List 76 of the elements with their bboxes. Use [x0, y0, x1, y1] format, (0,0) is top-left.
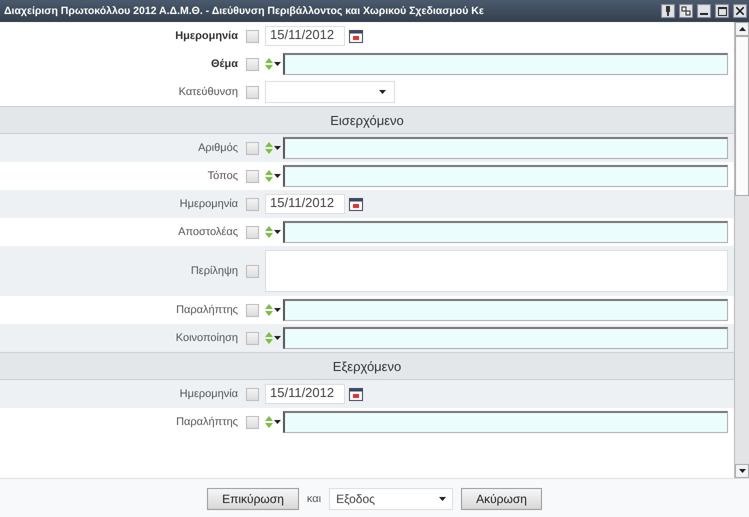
field-label: Ημερομηνία — [178, 198, 239, 210]
checkbox[interactable] — [246, 58, 259, 70]
dropdown[interactable] — [265, 81, 395, 103]
checkbox[interactable] — [246, 86, 259, 98]
close-button[interactable] — [733, 4, 747, 18]
section-header: Εισερχόμενο — [0, 106, 734, 134]
up-arrow-icon — [738, 27, 746, 31]
text-field[interactable] — [283, 221, 728, 243]
caret-icon — [379, 90, 386, 94]
caret-icon — [274, 174, 281, 178]
text-field[interactable] — [283, 299, 728, 321]
up-down-arrows-icon[interactable] — [265, 58, 273, 70]
caret-icon — [274, 146, 281, 150]
maximize-button[interactable] — [715, 4, 729, 18]
text-area[interactable] — [265, 250, 728, 292]
text-field[interactable] — [283, 137, 728, 159]
scroll-down-button[interactable] — [735, 464, 749, 478]
restore-icon — [681, 6, 691, 16]
up-down-arrows-icon[interactable] — [265, 226, 273, 238]
field-label: Κατεύθυνση — [178, 86, 239, 98]
field-label: Παραλήπτης — [175, 304, 239, 316]
field-label: Τόπος — [206, 170, 239, 182]
checkbox[interactable] — [246, 388, 259, 400]
text-field[interactable] — [283, 327, 728, 349]
confirm-button[interactable]: Επικύρωση — [207, 488, 299, 510]
checkbox[interactable] — [246, 142, 259, 154]
calendar-icon[interactable] — [349, 198, 363, 210]
checkbox[interactable] — [246, 226, 259, 238]
caret-icon — [439, 496, 446, 500]
calendar-icon[interactable] — [349, 388, 363, 400]
action-dropdown[interactable]: Εξοδος — [329, 488, 454, 510]
window-title: Διαχείριση Πρωτοκόλλου 2012 Α.Δ.Μ.Θ. - Διεύθυνση Περιβάλλοντος και Χωρικού Σχεδιασμού Κε — [4, 5, 485, 17]
field-label: Ημερομηνία — [178, 388, 239, 400]
date-field[interactable]: 15/11/2012 — [265, 384, 345, 404]
minimize-button[interactable] — [697, 4, 711, 18]
field-label: Ημερομηνία — [174, 30, 239, 42]
text-field[interactable] — [283, 411, 728, 433]
up-down-arrows-icon[interactable] — [265, 304, 273, 316]
text-field[interactable] — [283, 53, 728, 75]
up-down-arrows-icon[interactable] — [265, 416, 273, 428]
field-label: Αποστολέας — [177, 226, 239, 238]
checkbox[interactable] — [246, 198, 259, 210]
caret-icon — [274, 62, 281, 66]
pin-icon — [664, 6, 672, 16]
text-field[interactable] — [283, 165, 728, 187]
calendar-icon[interactable] — [349, 30, 363, 42]
caret-icon — [274, 420, 281, 424]
checkbox[interactable] — [246, 170, 259, 182]
date-field[interactable]: 15/11/2012 — [265, 26, 345, 46]
checkbox[interactable] — [246, 416, 259, 428]
checkbox[interactable] — [246, 332, 259, 344]
up-down-arrows-icon[interactable] — [265, 332, 273, 344]
scroll-up-button[interactable] — [735, 22, 749, 36]
caret-icon — [274, 308, 281, 312]
scroll-thumb[interactable] — [735, 36, 749, 196]
restore-button[interactable] — [679, 4, 693, 18]
field-label: Περίληψη — [190, 265, 239, 277]
field-label: Παραλήπτης — [175, 416, 239, 428]
checkbox[interactable] — [246, 264, 259, 278]
field-label: Θέμα — [210, 58, 239, 70]
checkbox[interactable] — [246, 30, 259, 42]
caret-icon — [274, 336, 281, 340]
field-label: Αριθμός — [197, 142, 239, 154]
checkbox[interactable] — [246, 304, 259, 316]
down-arrow-icon — [738, 469, 746, 473]
joiner-text: και — [306, 492, 322, 504]
date-field[interactable]: 15/11/2012 — [265, 194, 345, 214]
up-down-arrows-icon[interactable] — [265, 142, 273, 154]
caret-icon — [274, 230, 281, 234]
section-header: Εξερχόμενο — [0, 352, 734, 380]
cancel-button[interactable]: Ακύρωση — [461, 488, 542, 510]
pin-button[interactable] — [661, 4, 675, 18]
field-label: Κοινοποίηση — [174, 332, 239, 344]
maximize-icon — [718, 6, 726, 16]
close-icon — [736, 7, 744, 15]
up-down-arrows-icon[interactable] — [265, 170, 273, 182]
